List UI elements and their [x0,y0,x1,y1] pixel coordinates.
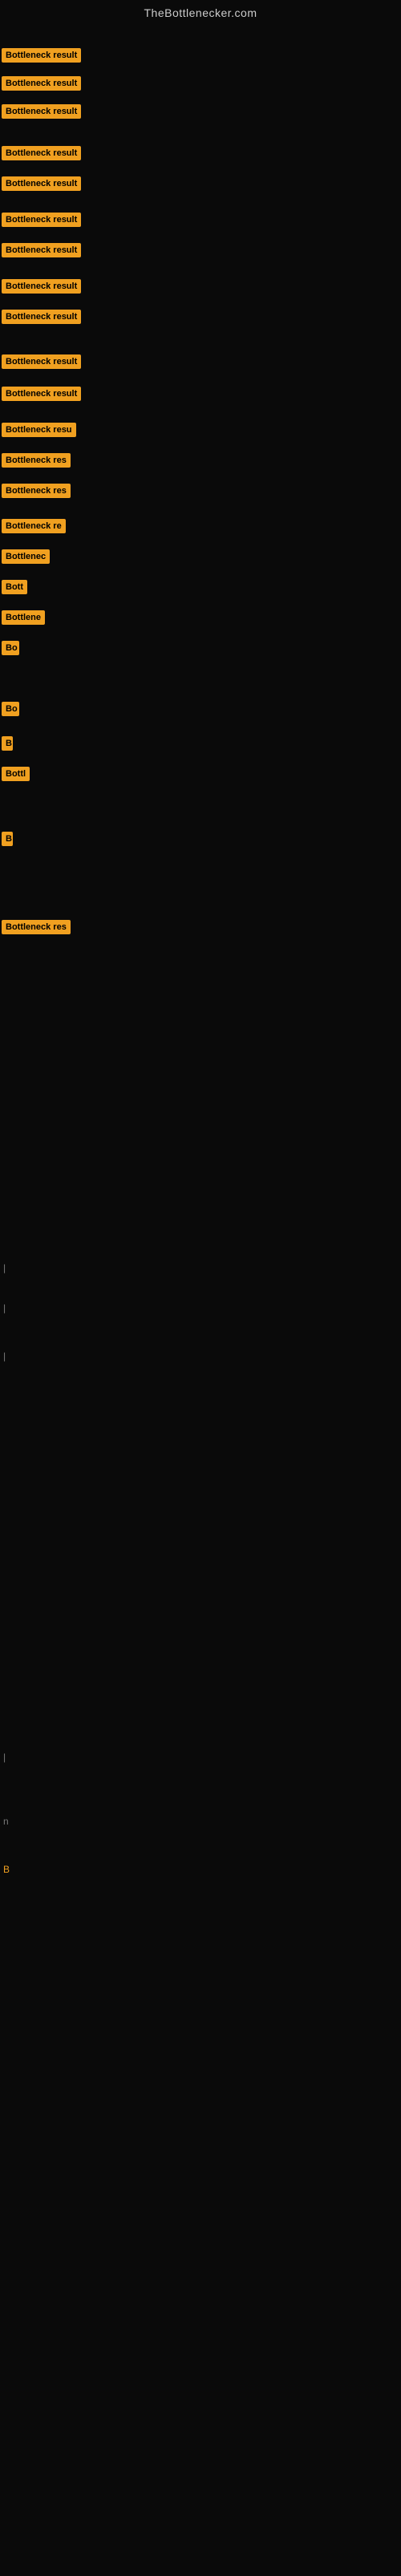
bottleneck-badge: n [2,1814,10,1829]
bottleneck-badge: B [2,832,13,846]
bottleneck-badge: Bottleneck res [2,920,71,934]
bottleneck-badge: Bottleneck result [2,279,81,294]
bottleneck-badge: Bottleneck res [2,484,71,498]
bottleneck-badge: | [2,1261,7,1275]
bottleneck-badge: Bottlenec [2,549,50,564]
bottleneck-badge: | [2,1750,7,1764]
bottleneck-badge: Bottleneck result [2,354,81,369]
bottleneck-badge: Bottleneck result [2,76,81,91]
bottleneck-badge: Bottleneck result [2,176,81,191]
bottleneck-badge: B [2,1862,11,1877]
bottleneck-badge: Bottleneck result [2,213,81,227]
bottleneck-badge: Bottl [2,767,30,781]
bottleneck-badge: Bottlene [2,610,45,625]
bottleneck-badge: Bottleneck result [2,104,81,119]
bottleneck-badge: Bottleneck result [2,310,81,324]
bottleneck-badge: Bo [2,702,19,716]
bottleneck-badge: Bottleneck result [2,48,81,63]
bottleneck-badge: Bottleneck result [2,146,81,160]
bottleneck-badge: Bottleneck result [2,387,81,401]
bottleneck-badge: | [2,1349,7,1363]
bottleneck-badge: B [2,736,13,751]
bottleneck-badge: Bottleneck re [2,519,66,533]
bottleneck-badge: Bottleneck result [2,243,81,257]
bottleneck-badge: | [2,1301,7,1315]
bottleneck-badge: Bo [2,641,19,655]
bottleneck-badge: Bottleneck res [2,453,71,468]
bottleneck-badge: Bott [2,580,27,594]
bottleneck-badge: Bottleneck resu [2,423,76,437]
site-title: TheBottlenecker.com [0,0,401,26]
